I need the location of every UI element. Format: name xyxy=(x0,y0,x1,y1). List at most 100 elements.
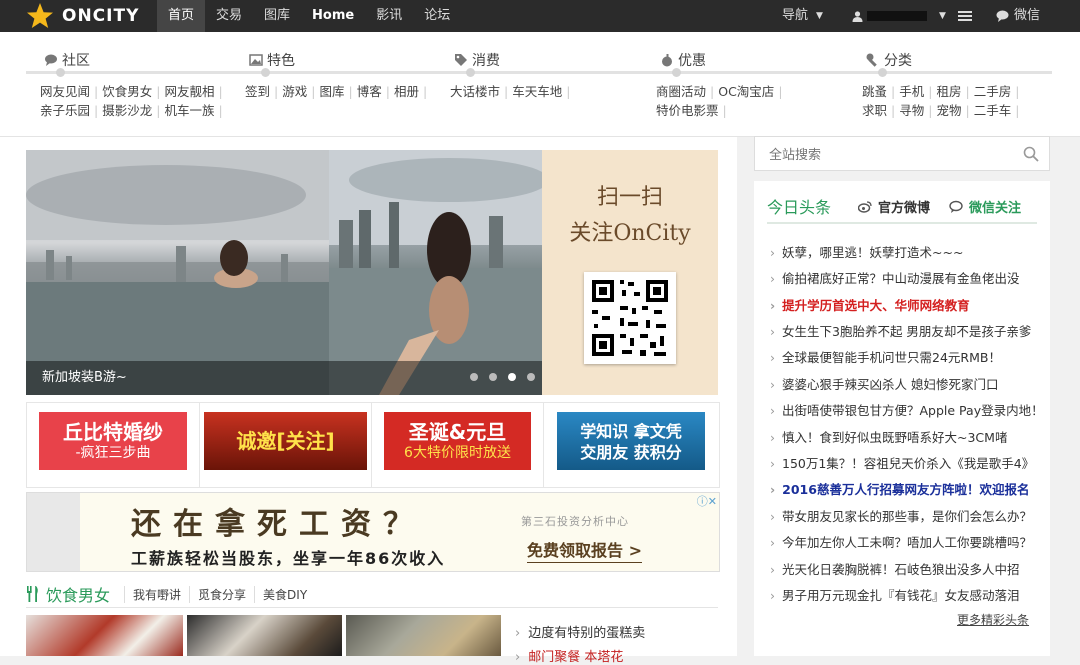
link-item[interactable]: 求职 xyxy=(862,100,887,119)
link-item[interactable]: 网友靓相 xyxy=(164,81,214,100)
headline-link[interactable]: › 全球最便智能手机问世只需24元RMB！ xyxy=(770,347,1050,366)
official-weibo-link[interactable]: 官方微博 xyxy=(858,197,930,216)
link-item[interactable]: 寻物 xyxy=(899,100,924,119)
category-links-row: 签到 | 游戏 | 图库 | 博客 | 相册 | xyxy=(245,81,465,100)
link-item[interactable]: 跳蚤 xyxy=(862,81,887,100)
headlines-title: 今日头条 xyxy=(767,198,832,217)
link-item[interactable]: 商圈活动 xyxy=(656,81,706,100)
category-title[interactable]: 分类 xyxy=(866,50,912,70)
headline-link[interactable]: › 带女朋友见家长的那些事，是你们会怎么办？ xyxy=(770,506,1050,525)
carousel-dot[interactable] xyxy=(527,373,535,381)
nav-trade[interactable]: 交易 xyxy=(205,0,253,32)
wide-banner-ad[interactable]: 还在拿死工资？ 工薪族轻松当股东，坐享一年86次收入 第三石投资分析中心 免费领… xyxy=(26,492,720,572)
banner-carousel[interactable]: 扫一扫 关注OnCity 新加坡装B游~ xyxy=(26,150,718,395)
link-item[interactable]: 机车一族 xyxy=(164,100,214,119)
headline-link[interactable]: › 出街唔使带银包甘方便？Apple Pay登录内地！ xyxy=(770,400,1050,419)
chevron-right-icon: › xyxy=(770,430,775,445)
divider xyxy=(543,403,544,487)
carousel-dot-active[interactable] xyxy=(508,373,516,381)
ad-tile-education[interactable]: 学知识 拿文凭 交朋友 获积分 xyxy=(557,412,705,470)
headline-link[interactable]: › 150万1集？！容祖兒天价杀入《我是歌手4》 xyxy=(770,453,1050,472)
headline-link[interactable]: › 妖孽，哪里逃！妖孽打造术~~~ xyxy=(770,242,1050,261)
food-photo[interactable] xyxy=(346,615,501,656)
banner-caption[interactable]: 新加坡装B游~ xyxy=(26,361,542,395)
link-item[interactable]: 图库 xyxy=(319,81,344,100)
timeline-dot xyxy=(878,68,887,77)
link-item[interactable]: 大话楼市 xyxy=(450,81,500,100)
link-item[interactable]: 游戏 xyxy=(282,81,307,100)
link-item[interactable]: 网友见闻 xyxy=(40,81,90,100)
tag-icon xyxy=(455,54,467,66)
ad-left-strip xyxy=(27,493,80,571)
ad-title: 学知识 拿文凭 xyxy=(580,422,682,441)
category-links-row: 特价电影票 | xyxy=(656,100,876,119)
link-item[interactable]: 车天车地 xyxy=(512,81,562,100)
timeline-dot xyxy=(261,68,270,77)
link-item[interactable]: 手机 xyxy=(899,81,924,100)
link-item[interactable]: 租房 xyxy=(936,81,961,100)
food-photo[interactable] xyxy=(26,615,183,656)
category-title[interactable]: 消费 xyxy=(454,50,500,70)
link-item[interactable]: 饮食男女 xyxy=(102,81,152,100)
link-item[interactable]: 亲子乐园 xyxy=(40,100,90,119)
nav-home-en[interactable]: Home xyxy=(301,0,365,32)
section-divider xyxy=(26,607,718,608)
link-item[interactable]: 二手房 xyxy=(974,81,1012,100)
headline-text: 今年加左你人工未啊？唔加人工你要跳槽吗？ xyxy=(782,535,1033,550)
headline-link[interactable]: › 偷拍裙底好正常？中山动漫展有金鱼佬出没 xyxy=(770,268,1050,287)
link-item[interactable]: 宠物 xyxy=(936,100,961,119)
headline-link[interactable]: › 2016慈善万人行招募网友方阵啦！欢迎报名 xyxy=(770,479,1050,498)
link-item[interactable]: 特价电影票 xyxy=(656,100,719,119)
more-headlines-link[interactable]: 更多精彩头条 xyxy=(957,611,1029,628)
nav-forum[interactable]: 论坛 xyxy=(413,0,461,32)
headline-link[interactable]: › 提升学历首选中大、华师网络教育 xyxy=(770,295,1050,314)
link-item[interactable]: 签到 xyxy=(245,81,270,100)
link-item[interactable]: 摄影沙龙 xyxy=(102,100,152,119)
headline-link[interactable]: › 婆婆心狠手辣买凶杀人 媳妇惨死家门口 xyxy=(770,374,1050,393)
chevron-right-icon: › xyxy=(770,482,776,497)
ad-tile-invite[interactable]: 诚邀[关注] xyxy=(204,412,367,470)
food-article-link[interactable]: › 边度有特别的蛋糕卖 xyxy=(515,622,645,641)
category-title-text: 社区 xyxy=(62,53,90,69)
food-tab[interactable]: 我有嘢讲 xyxy=(124,585,189,603)
category-title-text: 优惠 xyxy=(678,53,706,69)
ad-close-icon[interactable]: ⓘ✕ xyxy=(697,493,717,509)
food-tab[interactable]: 美食DIY xyxy=(254,585,315,603)
ad-subtitle: 交朋友 获积分 xyxy=(580,443,682,462)
search-input[interactable] xyxy=(767,144,1011,166)
ad-tile-wedding[interactable]: 丘比特婚纱 -疯狂三步曲 xyxy=(39,412,187,470)
list-menu-button[interactable] xyxy=(958,0,972,32)
link-item[interactable]: 博客 xyxy=(357,81,382,100)
category-title[interactable]: 社区 xyxy=(44,50,90,70)
ad-cta-link[interactable]: 免费领取报告 > xyxy=(527,537,642,563)
category-title[interactable]: 特色 xyxy=(249,50,295,70)
site-logo[interactable]: ONCITY xyxy=(26,2,139,30)
nav-movies[interactable]: 影讯 xyxy=(365,0,413,32)
ad-tile-holiday[interactable]: 圣诞&元旦 6大特价限时放送 xyxy=(384,412,531,470)
carousel-dot[interactable] xyxy=(470,373,478,381)
nav-gallery[interactable]: 图库 xyxy=(253,0,301,32)
chevron-right-icon: › xyxy=(770,377,775,392)
headline-link[interactable]: › 女生生下3胞胎养不起 男朋友却不是孩子亲爹 xyxy=(770,321,1050,340)
ad-subtitle: -疯狂三步曲 xyxy=(75,445,151,461)
timeline-dot xyxy=(466,68,475,77)
user-menu-dropdown[interactable]: ▼ xyxy=(852,0,946,32)
carousel-dot[interactable] xyxy=(489,373,497,381)
link-item[interactable]: 相册 xyxy=(394,81,419,100)
weixin-button[interactable]: 微信 xyxy=(996,0,1040,32)
food-article-title: 边度有特别的蛋糕卖 xyxy=(528,626,646,641)
nav-home[interactable]: 首页 xyxy=(157,0,206,32)
food-tab[interactable]: 觅食分享 xyxy=(189,585,254,603)
headline-link[interactable]: › 慎入！食到好似虫既野唔系好大~3CM啫 xyxy=(770,427,1050,446)
food-section-title[interactable]: 饮食男女 xyxy=(46,582,110,606)
food-photo[interactable] xyxy=(187,615,342,656)
headline-link[interactable]: › 男子用万元现金扎『有钱花』女友感动落泪 xyxy=(770,585,1050,604)
headline-link[interactable]: › 光天化日袭胸脱裤！石岐色狼出没多人中招 xyxy=(770,559,1050,578)
link-item[interactable]: 二手车 xyxy=(974,100,1012,119)
search-icon[interactable] xyxy=(1023,146,1039,162)
link-item[interactable]: OC淘宝店 xyxy=(718,81,774,100)
category-title[interactable]: 优惠 xyxy=(660,50,706,70)
nav-menu-dropdown[interactable]: 导航 ▼ xyxy=(782,0,823,32)
headline-link[interactable]: › 今年加左你人工未啊？唔加人工你要跳槽吗？ xyxy=(770,532,1050,551)
weixin-follow-link[interactable]: 微信关注 xyxy=(949,197,1021,216)
